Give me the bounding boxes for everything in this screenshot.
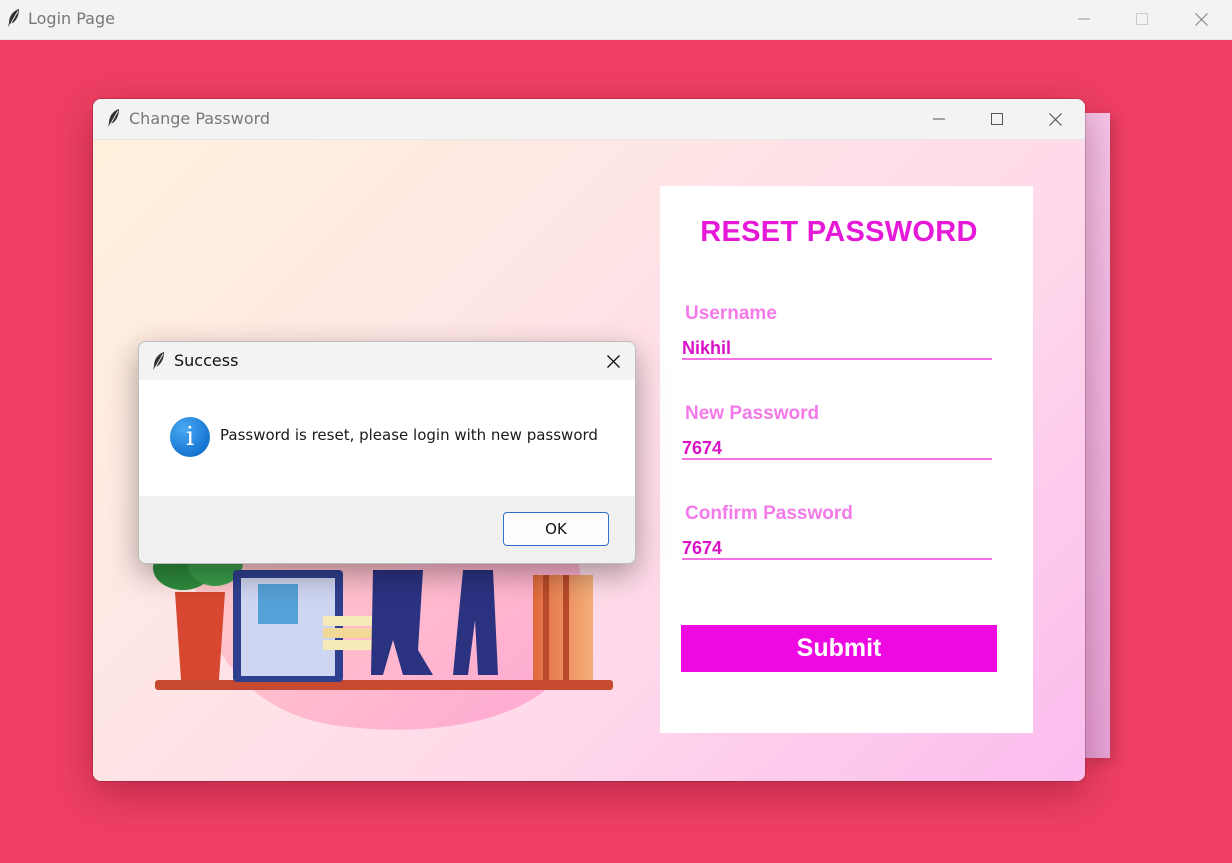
dialog-close-button[interactable] — [597, 346, 629, 376]
info-icon: i — [170, 417, 210, 457]
feather-icon — [107, 108, 121, 128]
minimize-button[interactable] — [1064, 1, 1104, 37]
main-window-title: Login Page — [28, 9, 115, 28]
background-card — [1082, 113, 1110, 758]
close-icon — [606, 354, 620, 368]
ok-button[interactable]: OK — [503, 512, 609, 546]
dialog-message: Password is reset, please login with new… — [220, 426, 598, 444]
maximize-icon — [991, 113, 1003, 125]
feather-icon — [152, 351, 166, 371]
close-button[interactable] — [1181, 1, 1221, 37]
feather-icon — [7, 8, 21, 28]
main-titlebar[interactable]: Login Page — [0, 0, 1232, 40]
maximize-button[interactable] — [977, 101, 1017, 137]
dialog-footer: OK — [139, 496, 635, 563]
reset-password-form: RESET PASSWORD Username Nikhil New Passw… — [660, 186, 1033, 733]
confirm-password-label: Confirm Password — [685, 503, 853, 524]
success-dialog: Success i Password is reset, please logi… — [138, 341, 636, 564]
new-password-label: New Password — [685, 403, 820, 424]
close-icon — [1048, 112, 1062, 126]
minimize-button[interactable] — [919, 101, 959, 137]
child-window-title: Change Password — [129, 109, 271, 128]
dialog-body: i Password is reset, please login with n… — [139, 380, 635, 496]
maximize-icon — [1136, 13, 1148, 25]
minimize-icon — [1078, 18, 1090, 20]
submit-button[interactable]: Submit — [681, 625, 997, 672]
minimize-icon — [933, 118, 945, 120]
login-page-window: Login Page Change Password RESET PASSWOR… — [0, 0, 1232, 863]
username-field[interactable]: Nikhil — [682, 336, 992, 360]
close-button[interactable] — [1035, 101, 1075, 137]
dialog-titlebar[interactable]: Success — [139, 342, 635, 380]
username-label: Username — [685, 303, 777, 324]
dialog-title: Success — [174, 351, 239, 370]
confirm-password-field[interactable]: 7674 — [682, 536, 992, 560]
child-titlebar[interactable]: Change Password — [93, 99, 1085, 140]
maximize-button[interactable] — [1122, 1, 1162, 37]
form-title: RESET PASSWORD — [700, 216, 978, 248]
new-password-field[interactable]: 7674 — [682, 436, 992, 460]
close-icon — [1194, 12, 1208, 26]
